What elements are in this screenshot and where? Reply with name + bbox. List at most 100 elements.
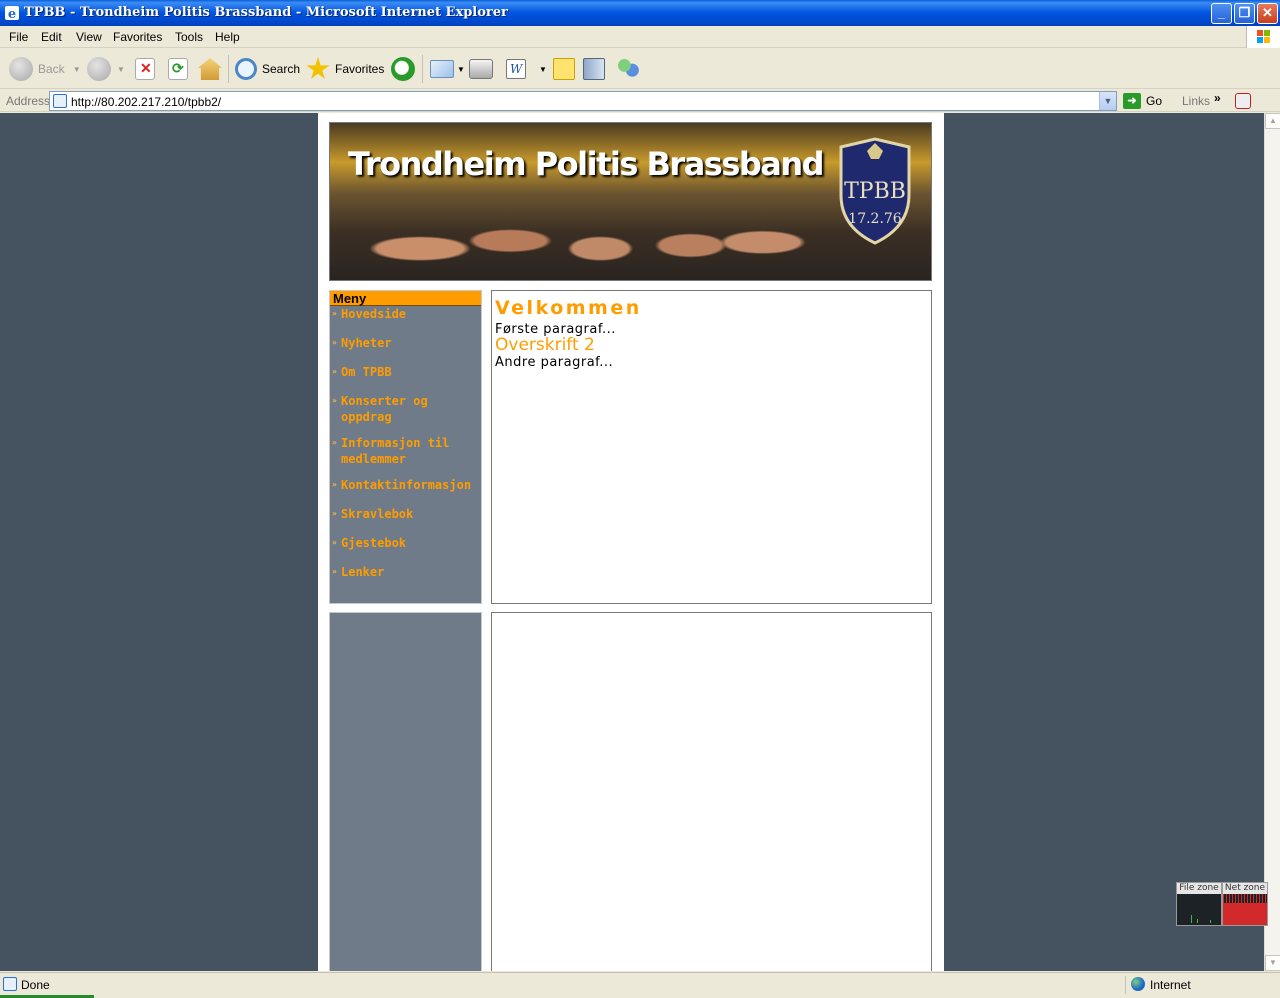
stop-button[interactable]: ✕ — [135, 55, 155, 83]
graph-spike — [1210, 920, 1211, 923]
nav-link[interactable]: Lenker — [332, 564, 477, 580]
navigation-menu: Meny » Hovedside » Nyheter » Om TPBB » K… — [329, 290, 482, 604]
menu-heading: Meny — [330, 291, 481, 306]
nav-link[interactable]: Hovedside — [332, 306, 477, 322]
address-bar: Address http://80.202.217.210/tpbb2/ ▼ ➜… — [0, 90, 1280, 112]
discuss-button[interactable] — [553, 55, 575, 83]
nav-link[interactable]: Informasjon til medlemmer — [332, 435, 477, 467]
home-icon — [198, 58, 222, 80]
menu-tools[interactable]: Tools — [175, 30, 203, 44]
tpbb-crest-logo: TPBB 17.2.76 — [835, 135, 915, 245]
graph-spike — [1191, 915, 1192, 923]
status-separator — [1125, 976, 1126, 994]
address-dropdown-button[interactable]: ▼ — [1099, 92, 1116, 110]
edit-button[interactable]: W ▼ — [506, 55, 547, 83]
content-paragraph-2: Andre paragraf... — [495, 355, 614, 370]
address-input[interactable]: http://80.202.217.210/tpbb2/ ▼ — [49, 91, 1117, 111]
nav-item-lenker[interactable]: » Lenker — [332, 564, 477, 580]
nav-link[interactable]: Nyheter — [332, 335, 477, 351]
menu-favorites[interactable]: Favorites — [113, 30, 162, 44]
menu-bullet-icon: » — [332, 338, 337, 347]
menu-bullet-icon: » — [332, 480, 337, 489]
window-title: TPBB - Trondheim Politis Brassband - Mic… — [24, 5, 508, 20]
menu-view[interactable]: View — [76, 30, 102, 44]
status-text: Done — [21, 978, 50, 992]
home-button[interactable] — [198, 55, 222, 83]
messenger-icon — [616, 57, 640, 81]
menu-bar: File Edit View Favorites Tools Help — [0, 26, 1280, 48]
go-button[interactable]: ➜ Go — [1123, 93, 1162, 109]
minimize-button[interactable]: _ — [1211, 3, 1232, 24]
content-subheading: Overskrift 2 — [495, 335, 595, 355]
favorites-button[interactable]: Favorites — [306, 55, 384, 83]
back-arrow-icon — [9, 57, 33, 81]
menu-bullet-icon: » — [332, 509, 337, 518]
security-zone-text: Internet — [1150, 978, 1191, 992]
nav-link[interactable]: Gjestebok — [332, 535, 477, 551]
note-icon — [553, 58, 575, 80]
nav-link[interactable]: Om TPBB — [332, 364, 477, 380]
research-button[interactable] — [583, 55, 605, 83]
header-banner: Trondheim Politis Brassband TPBB 17.2.76 — [329, 122, 932, 281]
nav-item-informasjon[interactable]: » Informasjon til medlemmer — [332, 435, 477, 467]
nav-link[interactable]: Kontaktinformasjon — [332, 477, 477, 493]
crest-date: 17.2.76 — [848, 211, 902, 227]
toolbar: Back ▼ ▼ ✕ ⟳ Search Favorites ▼ W ▼ — [0, 49, 1280, 89]
svg-text:e: e — [8, 7, 16, 21]
refresh-button[interactable]: ⟳ — [168, 55, 188, 83]
vertical-scrollbar[interactable]: ▲ ▼ — [1264, 113, 1280, 971]
word-document-icon: W — [506, 59, 526, 79]
menu-edit[interactable]: Edit — [41, 30, 62, 44]
nav-item-hovedside[interactable]: » Hovedside — [332, 306, 477, 322]
file-zone-label: File zone — [1177, 883, 1221, 894]
favorites-star-icon — [306, 57, 330, 79]
file-zone-graph: File zone — [1176, 882, 1222, 926]
menu-bullet-icon: » — [332, 367, 337, 376]
search-button[interactable]: Search — [235, 55, 300, 83]
messenger-button[interactable] — [616, 55, 640, 83]
mail-button[interactable]: ▼ — [430, 55, 465, 83]
page-status-icon — [3, 977, 17, 991]
forward-button[interactable]: ▼ — [87, 55, 125, 83]
page-icon — [53, 94, 67, 108]
nav-item-konserter[interactable]: » Konserter og oppdrag — [332, 393, 477, 425]
main-content: Velkommen Første paragraf... Overskrift … — [491, 290, 932, 604]
nav-item-kontaktinformasjon[interactable]: » Kontaktinformasjon — [332, 477, 477, 493]
print-button[interactable] — [469, 55, 493, 83]
banner-title: Trondheim Politis Brassband — [348, 145, 825, 183]
net-zone-graph: Net zone — [1222, 882, 1268, 926]
toolbar-separator — [228, 55, 229, 83]
favorites-label: Favorites — [335, 62, 385, 76]
menu-bullet-icon: » — [332, 538, 337, 547]
refresh-icon: ⟳ — [168, 58, 188, 80]
research-icon — [583, 58, 605, 80]
nav-item-nyheter[interactable]: » Nyheter — [332, 335, 477, 351]
window-title-bar[interactable]: e TPBB - Trondheim Politis Brassband - M… — [0, 0, 1280, 26]
nav-item-skravlebok[interactable]: » Skravlebok — [332, 506, 477, 522]
nav-item-om-tpbb[interactable]: » Om TPBB — [332, 364, 477, 380]
maximize-button[interactable]: ❐ — [1234, 3, 1255, 24]
stop-icon: ✕ — [135, 58, 155, 80]
address-url: http://80.202.217.210/tpbb2/ — [71, 95, 222, 109]
graph-spike — [1197, 919, 1198, 923]
page-container: Trondheim Politis Brassband TPBB 17.2.76… — [318, 113, 944, 971]
scroll-up-button[interactable]: ▲ — [1265, 113, 1280, 129]
history-icon — [391, 57, 415, 81]
scroll-down-button[interactable]: ▼ — [1265, 955, 1280, 971]
history-button[interactable] — [391, 55, 415, 83]
menu-bullet-icon: » — [332, 438, 337, 447]
menu-file[interactable]: File — [9, 30, 28, 44]
links-chevron-icon[interactable]: » — [1214, 91, 1221, 105]
internet-globe-icon — [1131, 977, 1145, 991]
toolbar-extension-icon[interactable] — [1235, 93, 1251, 109]
nav-link[interactable]: Konserter og oppdrag — [332, 393, 477, 425]
menu-help[interactable]: Help — [215, 30, 240, 44]
nav-item-gjestebok[interactable]: » Gjestebok — [332, 535, 477, 551]
crest-abbreviation: TPBB — [844, 179, 906, 204]
browser-viewport: Trondheim Politis Brassband TPBB 17.2.76… — [0, 113, 1264, 971]
nav-link[interactable]: Skravlebok — [332, 506, 477, 522]
back-button[interactable]: Back ▼ — [9, 55, 81, 83]
ie-icon: e — [5, 6, 19, 21]
close-button[interactable]: ✕ — [1257, 3, 1278, 24]
links-label[interactable]: Links — [1182, 94, 1210, 108]
